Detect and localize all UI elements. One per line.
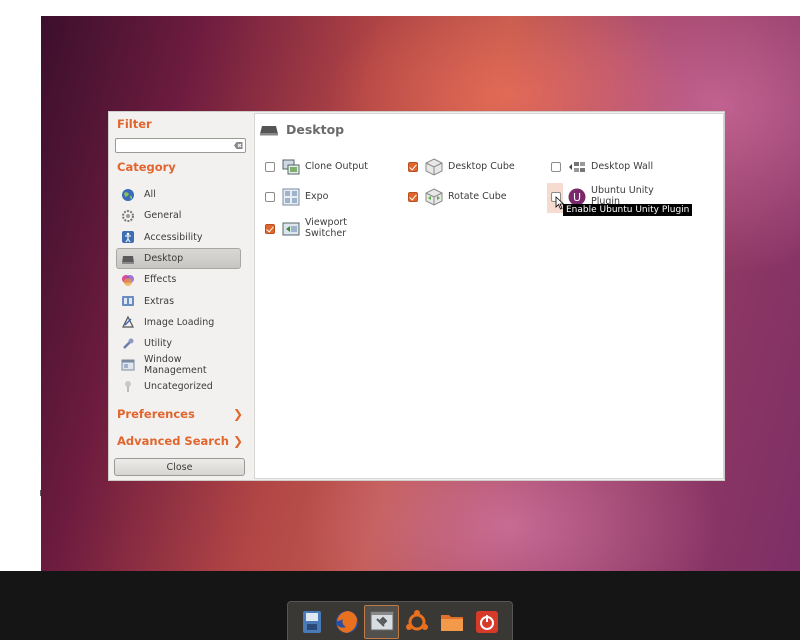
plugin-desktop-wall[interactable]: Desktop Wall: [551, 158, 653, 176]
category-item-image-loading[interactable]: Image Loading: [117, 312, 243, 333]
category-label: Image Loading: [144, 316, 215, 328]
left-edge-mark: [40, 490, 41, 496]
effects-icon: [122, 274, 134, 286]
plugin-label: Desktop Cube: [448, 160, 515, 172]
plugin-label: Rotate Cube: [448, 190, 507, 202]
plugin-clone-output[interactable]: Clone Output: [265, 158, 368, 176]
category-label: Effects: [144, 274, 177, 286]
category-label: Extras: [144, 295, 175, 307]
category-label: Window Management: [144, 354, 207, 377]
advanced-search-label: Advanced Search: [117, 434, 229, 448]
clear-icon[interactable]: [233, 141, 243, 150]
close-button[interactable]: Close: [114, 458, 245, 476]
chevron-right-icon: ❯: [232, 434, 243, 448]
desktop-icon: [260, 125, 278, 135]
dock-item-power[interactable]: [469, 605, 504, 639]
plugin-checkbox[interactable]: [265, 162, 275, 172]
panel-title: Desktop: [286, 122, 345, 137]
category-item-uncategorized[interactable]: Uncategorized: [117, 376, 243, 397]
category-title: Category: [117, 160, 176, 174]
plugin-checkbox[interactable]: [551, 162, 561, 172]
desktop-icon: [122, 255, 134, 264]
top-strip: [41, 0, 800, 16]
category-label: All: [144, 189, 156, 201]
window-management-icon: [121, 359, 135, 371]
category-item-accessibility[interactable]: Accessibility: [117, 227, 243, 248]
compiz-settings-dialog: Filter Category All General Accessibilit…: [108, 111, 725, 481]
panel-header: Desktop: [259, 122, 344, 137]
dock-item-ubuntu-software[interactable]: [399, 605, 434, 639]
rotate-cube-icon: [425, 188, 443, 206]
compizconfig-icon: [370, 611, 393, 631]
advanced-search-expander[interactable]: Advanced Search ❯: [117, 434, 243, 448]
plugin-panel: Desktop Clone Output Desktop Cube Deskto…: [254, 113, 724, 479]
expo-icon: [282, 188, 300, 206]
category-item-extras[interactable]: Extras: [117, 290, 243, 311]
category-item-desktop[interactable]: Desktop: [116, 247, 241, 270]
plugin-label: Clone Output: [305, 160, 368, 172]
dock-item-files[interactable]: [434, 605, 469, 639]
category-item-utility[interactable]: Utility: [117, 333, 243, 354]
image-loading-icon: [122, 316, 134, 329]
plugin-label: Viewport Switcher: [305, 217, 348, 239]
files-folder-icon: [440, 615, 463, 631]
dock-item-firefox[interactable]: [329, 605, 364, 639]
plugin-checkbox[interactable]: [408, 162, 418, 172]
category-label: Accessibility: [144, 231, 203, 243]
globe-icon: [122, 188, 134, 201]
preferences-label: Preferences: [117, 407, 195, 421]
category-label: Utility: [144, 338, 172, 350]
ubuntu-software-icon: [405, 610, 428, 631]
viewport-switcher-icon: [282, 222, 300, 235]
category-label: Uncategorized: [144, 380, 213, 392]
launcher-dock: [287, 601, 513, 640]
ubuntu-unity-icon: U: [568, 188, 586, 205]
power-icon: [475, 611, 498, 633]
category-label: Desktop: [144, 253, 184, 265]
filter-input[interactable]: [115, 138, 246, 153]
category-item-effects[interactable]: Effects: [117, 269, 243, 290]
sidebar: Filter Category All General Accessibilit…: [109, 112, 253, 480]
plugin-expo[interactable]: Expo: [265, 188, 328, 206]
firefox-icon: [335, 611, 358, 633]
plugin-desktop-cube[interactable]: Desktop Cube: [408, 158, 515, 176]
dock-item-compizconfig[interactable]: [364, 605, 399, 639]
accessibility-icon: [122, 231, 134, 244]
dock-item-ccsm[interactable]: [294, 605, 329, 639]
desktop-cube-icon: [425, 158, 443, 176]
category-item-general[interactable]: General: [117, 205, 243, 226]
tooltip: Enable Ubuntu Unity Plugin: [563, 204, 693, 216]
category-label: General: [144, 210, 182, 222]
svg-text:U: U: [573, 191, 581, 204]
plugin-rotate-cube[interactable]: Rotate Cube: [408, 188, 507, 206]
plugin-label: Expo: [305, 190, 329, 202]
plugin-checkbox[interactable]: [265, 192, 275, 202]
category-item-all[interactable]: All: [117, 184, 243, 205]
ccsm-launcher-icon: [302, 611, 321, 633]
gear-icon: [122, 209, 134, 222]
preferences-expander[interactable]: Preferences ❯: [117, 407, 243, 421]
plugin-checkbox[interactable]: [408, 192, 418, 202]
plugin-viewport-switcher[interactable]: Viewport Switcher: [265, 217, 348, 239]
category-list: All General Accessibility Desktop Effect…: [116, 184, 243, 397]
filter-title: Filter: [117, 117, 152, 131]
chevron-right-icon: ❯: [232, 407, 243, 421]
extras-icon: [122, 296, 134, 307]
plugin-label: Desktop Wall: [591, 160, 654, 172]
utility-icon: [123, 338, 134, 349]
category-item-window-management[interactable]: Window Management: [117, 354, 243, 377]
clone-output-icon: [282, 159, 300, 175]
plugin-checkbox[interactable]: [265, 223, 275, 234]
desktop-wall-icon: [569, 162, 585, 172]
uncategorized-icon: [125, 381, 131, 393]
